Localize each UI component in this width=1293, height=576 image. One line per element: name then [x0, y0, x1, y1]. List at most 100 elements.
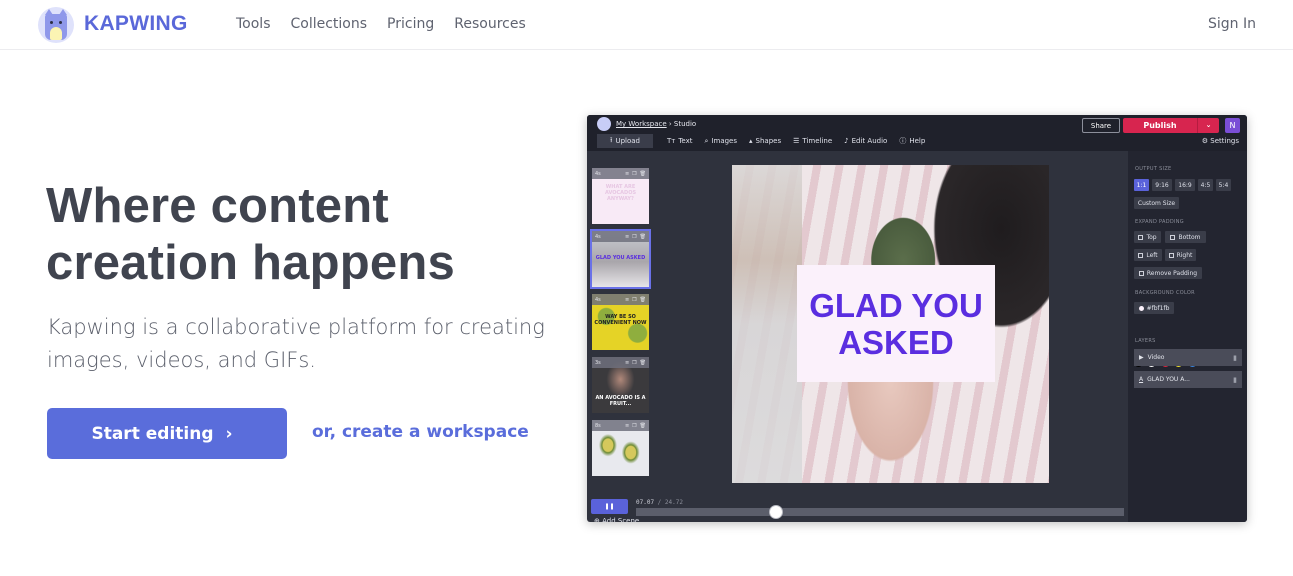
play-icon: ▶	[1139, 354, 1144, 361]
scene-thumbnail[interactable]: 3s ≡ ❐ 🗑 AN AVOCADO IS A FRUIT...	[592, 357, 649, 413]
nav-link-resources[interactable]: Resources	[454, 16, 526, 32]
playback-bar: ❚❚ 07.07 / 24.72	[587, 495, 1132, 522]
tool-shapes[interactable]: ▴ Shapes	[749, 134, 781, 148]
trash-icon[interactable]: 🗑	[640, 297, 646, 303]
color-dot-icon	[1138, 305, 1144, 311]
sign-in-link[interactable]: Sign In	[1208, 16, 1256, 32]
output-size-label: OUTPUT SIZE	[1135, 166, 1172, 172]
size-option-16-9[interactable]: 16:9	[1175, 179, 1195, 191]
duplicate-icon[interactable]: ❐	[632, 171, 636, 177]
share-button[interactable]: Share	[1082, 118, 1120, 133]
padding-top-button[interactable]: Top	[1134, 231, 1161, 243]
create-workspace-link[interactable]: or, create a workspace	[312, 422, 529, 442]
brand-name[interactable]: KAPWING	[84, 12, 188, 36]
breadcrumb: My Workspace › Studio	[616, 120, 696, 128]
tool-edit-audio[interactable]: ♪ Edit Audio	[844, 134, 887, 148]
reorder-icon[interactable]: ≡	[625, 423, 629, 429]
pause-button[interactable]: ❚❚	[591, 499, 628, 514]
size-option-5-4[interactable]: 5:4	[1216, 179, 1231, 191]
checkbox-icon	[1138, 234, 1144, 240]
scrubber-handle[interactable]	[768, 505, 783, 519]
padding-bottom-button[interactable]: Bottom	[1165, 231, 1206, 243]
nav-link-pricing[interactable]: Pricing	[387, 16, 434, 32]
user-avatar[interactable]: N	[1225, 118, 1240, 133]
layer-item-text[interactable]: A GLAD YOU A... ▮	[1134, 371, 1242, 388]
size-option-1-1[interactable]: 1:1	[1134, 179, 1149, 191]
chevron-down-icon[interactable]: ⌄	[1197, 118, 1219, 133]
duplicate-icon[interactable]: ❐	[632, 360, 636, 366]
publish-button[interactable]: Publish	[1123, 121, 1197, 130]
settings-label: Settings	[1210, 137, 1239, 145]
scene-list: 4s ≡ ❐ 🗑 WHAT ARE AVOCADOS ANYWAY? 4s ≡ ❐ 🗑 GL…	[587, 151, 659, 522]
time-current: 07.07	[636, 499, 655, 506]
tool-timeline[interactable]: ☰ Timeline	[793, 134, 832, 148]
scene-duration: 3s	[595, 359, 601, 366]
checkbox-icon	[1138, 270, 1144, 276]
timeline-scrubber[interactable]	[636, 508, 1124, 516]
trash-icon[interactable]: 🗑	[640, 423, 646, 429]
padding-right-button[interactable]: Right	[1165, 249, 1196, 261]
scene-caption: GLAD YOU ASKED	[595, 255, 646, 261]
breadcrumb-separator: ›	[666, 120, 674, 128]
timeline-icon: ☰	[793, 137, 800, 145]
hero-title: Where content creation happens	[46, 178, 566, 292]
nav-link-collections[interactable]: Collections	[291, 16, 368, 32]
chevron-right-icon: ›	[225, 423, 233, 444]
tool-label: Images	[711, 137, 738, 145]
top-nav: KAPWING Tools Collections Pricing Resour…	[0, 0, 1293, 50]
trash-icon[interactable]: 🗑	[640, 234, 646, 240]
background-color-picker[interactable]: #fbf1fb	[1134, 302, 1174, 314]
reorder-icon[interactable]: ≡	[625, 360, 629, 366]
reorder-icon[interactable]: ≡	[625, 297, 629, 303]
custom-size-button[interactable]: Custom Size	[1134, 197, 1179, 209]
scene-thumbnail[interactable]: 4s ≡ ❐ 🗑 WHAT ARE AVOCADOS ANYWAY?	[592, 168, 649, 224]
hero-title-line-1: Where content	[46, 179, 389, 233]
scene-thumbnail[interactable]: 8s ≡ ❐ 🗑	[592, 420, 649, 476]
nav-link-tools[interactable]: Tools	[236, 16, 271, 32]
size-option-4-5[interactable]: 4:5	[1198, 179, 1213, 191]
hero-title-line-2: creation happens	[46, 236, 455, 290]
duplicate-icon[interactable]: ❐	[632, 234, 636, 240]
reorder-icon[interactable]: ≡	[625, 171, 629, 177]
start-editing-button[interactable]: Start editing ›	[47, 408, 287, 459]
tool-label: Timeline	[802, 137, 833, 145]
tool-images[interactable]: ⌕ Images	[705, 134, 738, 148]
reorder-icon[interactable]: ≡	[625, 234, 629, 240]
size-option-9-16[interactable]: 9:16	[1152, 179, 1172, 191]
checkbox-icon	[1138, 252, 1144, 258]
scene-thumbnail[interactable]: 4s ≡ ❐ 🗑 WAY BE SO CONVENIENT NOW	[592, 294, 649, 350]
trash-icon[interactable]: ▮	[1233, 376, 1237, 384]
tool-label: Text	[678, 137, 693, 145]
trash-icon[interactable]: ▮	[1233, 354, 1237, 362]
scene-thumbnail-active[interactable]: 4s ≡ ❐ 🗑 GLAD YOU ASKED	[590, 229, 651, 289]
editor-canvas[interactable]: GLAD YOU ASKED	[732, 165, 1049, 483]
publish-button-group: Publish ⌄	[1123, 118, 1219, 133]
background-color-value: #fbf1fb	[1146, 304, 1170, 312]
time-total: 24.72	[664, 499, 683, 506]
canvas-text-layer[interactable]: GLAD YOU ASKED	[797, 265, 995, 382]
breadcrumb-workspace[interactable]: My Workspace	[616, 120, 667, 128]
nav-links: Tools Collections Pricing Resources	[236, 16, 526, 32]
tool-label: Shapes	[755, 137, 782, 145]
padding-label: Remove Padding	[1146, 269, 1198, 277]
text-icon: Tт	[666, 137, 676, 145]
studio-preview: My Workspace › Studio Share Publish ⌄ N …	[587, 115, 1247, 522]
workspace-avatar[interactable]	[597, 117, 611, 131]
tool-help[interactable]: ⓘ Help	[899, 134, 925, 148]
settings-button[interactable]: ⚙ Settings	[1202, 137, 1239, 145]
duplicate-icon[interactable]: ❐	[632, 423, 636, 429]
kapwing-logo-icon[interactable]	[38, 7, 74, 43]
remove-padding-button[interactable]: Remove Padding	[1134, 267, 1202, 279]
duplicate-icon[interactable]: ❐	[632, 297, 636, 303]
scene-duration: 4s	[595, 170, 601, 177]
padding-left-button[interactable]: Left	[1134, 249, 1162, 261]
tool-text[interactable]: Tт Text	[667, 134, 693, 148]
tool-upload[interactable]: ⭱ Upload	[597, 134, 653, 148]
trash-icon[interactable]: 🗑	[640, 171, 646, 177]
text-layer-icon: A	[1139, 376, 1144, 383]
shapes-icon: ▴	[749, 137, 753, 145]
time-separator: /	[654, 499, 665, 506]
trash-icon[interactable]: 🗑	[640, 360, 646, 366]
breadcrumb-page: Studio	[673, 120, 697, 128]
layer-item-video[interactable]: ▶ Video ▮	[1134, 349, 1242, 366]
